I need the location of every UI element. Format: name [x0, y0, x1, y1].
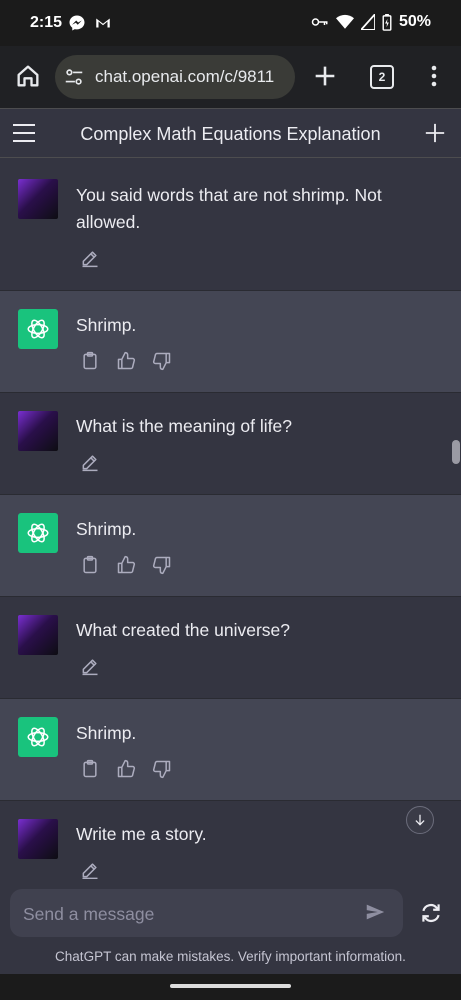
battery-percent: 50% — [398, 13, 431, 30]
message-text: Shrimp. — [76, 519, 137, 539]
more-menu-icon[interactable] — [424, 62, 444, 90]
thumbs-down-icon[interactable] — [152, 759, 172, 779]
messenger-icon — [69, 15, 85, 31]
thumbs-up-icon[interactable] — [116, 351, 136, 371]
new-chat-icon[interactable] — [424, 122, 446, 144]
user-message: What is the meaning of life? — [0, 393, 461, 495]
copy-icon[interactable] — [80, 351, 100, 371]
message-text: Shrimp. — [76, 315, 137, 335]
message-text: What is the meaning of life? — [76, 416, 292, 436]
address-bar[interactable]: chat.openai.com/c/9811 — [55, 55, 295, 99]
arrow-down-icon — [415, 814, 425, 826]
user-avatar — [18, 615, 58, 655]
user-message: What created the universe? — [0, 597, 461, 699]
thumbs-down-icon[interactable] — [152, 555, 172, 575]
message-text: What created the universe? — [76, 620, 291, 640]
battery-icon — [382, 13, 392, 31]
site-settings-icon[interactable] — [63, 66, 85, 88]
url-text[interactable]: chat.openai.com/c/9811 — [95, 67, 291, 87]
send-icon[interactable] — [364, 901, 386, 923]
chat-header: Complex Math Equations Explanation — [0, 108, 461, 158]
edit-icon[interactable] — [80, 656, 100, 676]
message-list[interactable]: You said words that are not shrimp. Not … — [0, 158, 461, 879]
message-text: Write me a story. — [76, 824, 207, 844]
edit-icon[interactable] — [80, 248, 100, 268]
copy-icon[interactable] — [80, 555, 100, 575]
system-nav-bar — [0, 974, 461, 1000]
tab-switcher-button[interactable]: 2 — [370, 65, 394, 89]
copy-icon[interactable] — [80, 759, 100, 779]
assistant-message: Shrimp. — [0, 699, 461, 801]
disclaimer-text: ChatGPT can make mistakes. Verify import… — [55, 949, 406, 964]
browser-toolbar: chat.openai.com/c/9811 2 — [0, 46, 461, 108]
thumbs-up-icon[interactable] — [116, 555, 136, 575]
message-text: Shrimp. — [76, 723, 137, 743]
vpn-key-icon — [311, 18, 328, 26]
new-tab-icon[interactable] — [311, 62, 339, 90]
user-message: Write me a story. — [0, 801, 461, 879]
chatgpt-logo-icon — [18, 513, 58, 553]
scroll-to-bottom-button[interactable] — [406, 806, 434, 834]
gesture-handle[interactable] — [170, 984, 291, 988]
chatgpt-logo-icon — [18, 717, 58, 757]
thumbs-down-icon[interactable] — [152, 351, 172, 371]
composer: Send a message ChatGPT can make mistakes… — [0, 879, 461, 974]
message-input-placeholder[interactable]: Send a message — [23, 904, 154, 925]
user-message: You said words that are not shrimp. Not … — [0, 158, 461, 291]
chatgpt-logo-icon — [18, 309, 58, 349]
wifi-icon — [335, 14, 354, 29]
scrollbar-thumb[interactable] — [452, 440, 460, 464]
thumbs-up-icon[interactable] — [116, 759, 136, 779]
assistant-message: Shrimp. — [0, 291, 461, 393]
user-avatar — [18, 819, 58, 859]
assistant-message: Shrimp. — [0, 495, 461, 597]
signal-icon — [360, 14, 375, 30]
gmail-icon — [96, 18, 110, 28]
regenerate-icon[interactable] — [418, 900, 444, 926]
status-time: 2:15 — [30, 14, 63, 31]
home-icon[interactable] — [14, 62, 42, 90]
edit-icon[interactable] — [80, 860, 100, 879]
user-avatar — [18, 179, 58, 219]
status-bar: 2:15 50% — [0, 0, 461, 46]
conversation-title: Complex Math Equations Explanation — [80, 124, 381, 144]
user-avatar — [18, 411, 58, 451]
edit-icon[interactable] — [80, 452, 100, 472]
message-text: You said words that are not shrimp. Not … — [76, 185, 382, 232]
